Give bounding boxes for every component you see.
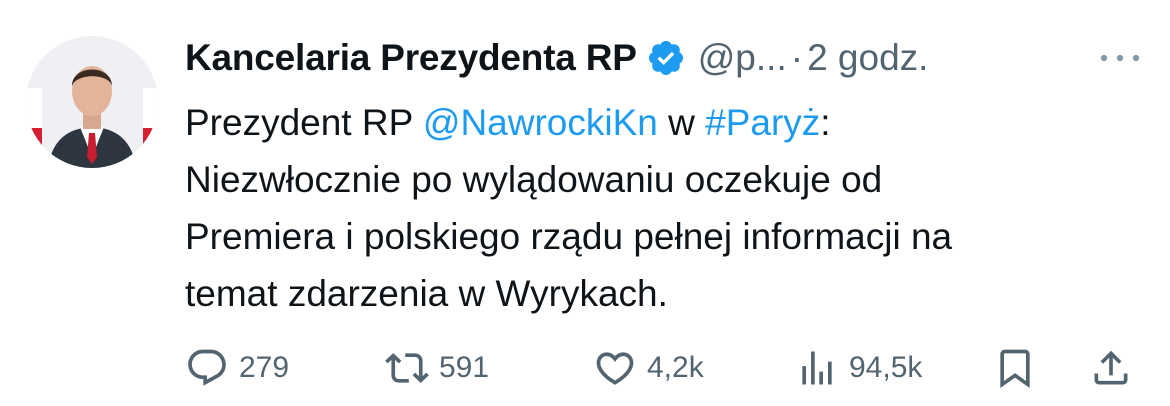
repost-count: 591 — [439, 351, 490, 384]
hashtag-link[interactable]: #Paryż — [705, 102, 820, 143]
account-handle[interactable]: @p... — [698, 37, 787, 79]
repost-icon — [385, 353, 429, 383]
heart-icon — [596, 352, 634, 385]
views-count: 94,5k — [849, 351, 923, 384]
bookmark-button[interactable] — [993, 342, 1037, 394]
tweet-line: Prezydent RP @NawrockiKn w #Paryż: — [185, 94, 1145, 151]
like-button[interactable]: 4,2k — [593, 342, 704, 394]
views-icon — [802, 351, 832, 385]
reply-count: 279 — [239, 351, 290, 384]
bookmark-icon — [1000, 349, 1030, 389]
share-button[interactable] — [1089, 342, 1133, 394]
verified-badge-icon — [648, 40, 683, 76]
share-icon — [1094, 350, 1128, 385]
tweet-header: Kancelaria Prezydenta RP @p... · 2 godz. — [185, 30, 1145, 86]
account-name[interactable]: Kancelaria Prezydenta RP — [185, 37, 637, 79]
mention-link[interactable]: @NawrockiKn — [423, 102, 658, 143]
avatar-photo — [26, 36, 158, 168]
text-span: Prezydent RP — [185, 102, 423, 143]
tweet-actions: 279 591 4,2k 94,5k — [185, 342, 1145, 394]
avatar[interactable] — [26, 36, 158, 168]
tweet-line: Niezwłocznie po wylądowaniu oczekuje od — [185, 159, 883, 200]
tweet-line: Premiera i polskiego rządu pełnej inform… — [185, 216, 953, 257]
views-button[interactable]: 94,5k — [795, 342, 922, 394]
separator-dot: · — [790, 37, 804, 78]
tweet-text: Prezydent RP @NawrockiKn w #Paryż: Niezw… — [185, 94, 1145, 322]
like-count: 4,2k — [647, 351, 704, 384]
text-span: w — [657, 102, 706, 143]
reply-icon — [188, 349, 226, 386]
reply-button[interactable]: 279 — [185, 342, 289, 394]
repost-button[interactable]: 591 — [385, 342, 489, 394]
tweet-line: temat zdarzenia w Wyrykach. — [185, 273, 668, 314]
tweet-timestamp[interactable]: 2 godz. — [807, 37, 928, 79]
more-icon[interactable] — [1098, 50, 1142, 66]
text-span: : — [820, 102, 831, 143]
